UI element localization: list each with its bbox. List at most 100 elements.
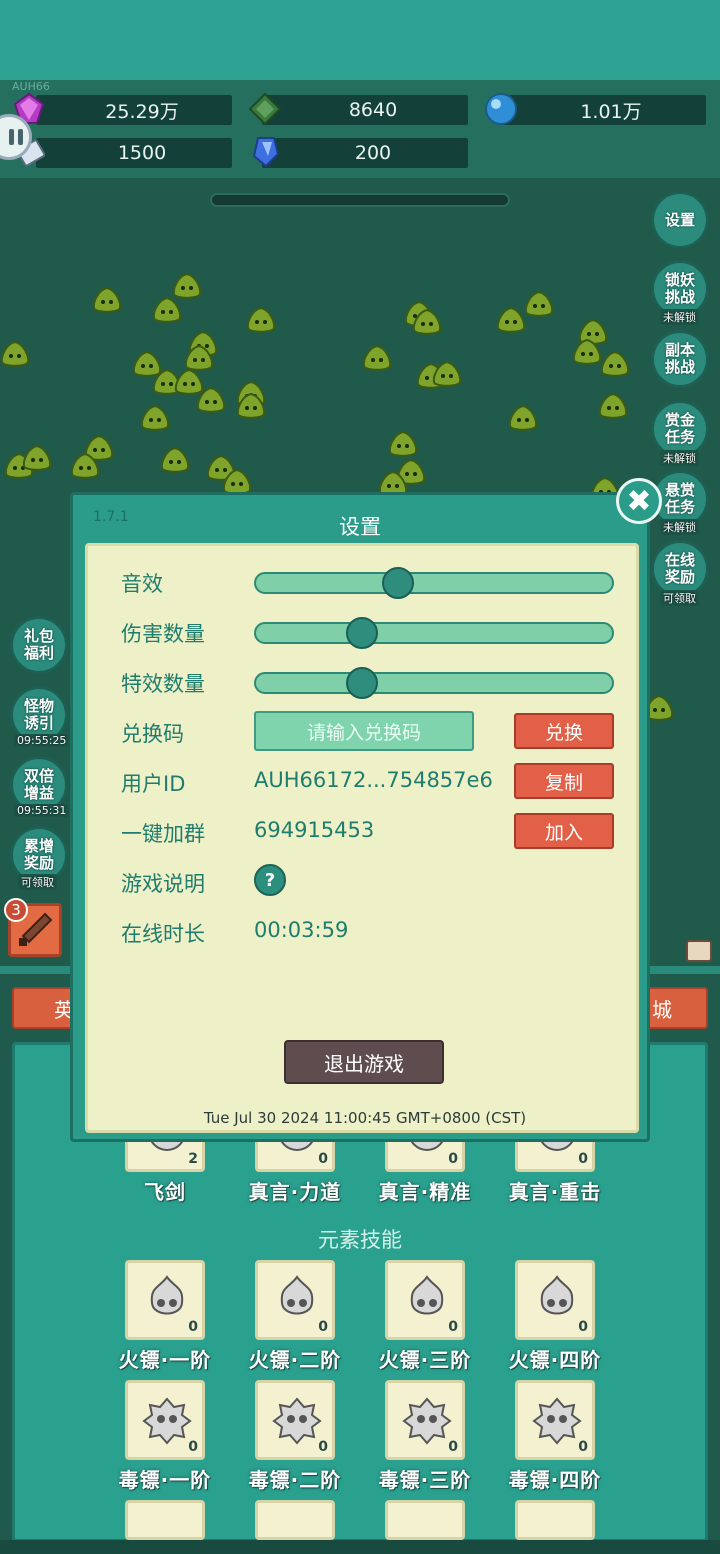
slime-monster (152, 296, 182, 323)
slime-monster (140, 404, 170, 431)
skill-card[interactable]: 0 (255, 1380, 335, 1460)
help-icon[interactable]: ? (254, 864, 286, 896)
effect-slider[interactable] (254, 672, 614, 694)
skill-count: 0 (448, 1319, 458, 1335)
settings-label: 设置 (664, 210, 695, 229)
skill-card[interactable]: 0 (385, 1260, 465, 1340)
resource-value: 1500 (117, 142, 167, 164)
skill-count: 0 (188, 1319, 198, 1335)
skill-count: 0 (318, 1151, 328, 1167)
slime-monster (70, 452, 100, 479)
monster-lure-label: 怪物诱引 (23, 697, 54, 732)
join-button[interactable]: 加入 (514, 813, 614, 849)
poison-skull-icon (532, 1397, 582, 1445)
sound-label: 音效 (121, 572, 163, 596)
slime-monster (246, 306, 276, 333)
uid-value: AUH66172...754857e6 (254, 768, 493, 792)
skill-count: 2 (188, 1151, 198, 1167)
slime-monster (572, 338, 602, 365)
skill-label: 火镖·二阶 (248, 1348, 342, 1372)
reward-task-status: 未解锁 (660, 519, 699, 535)
copy-button[interactable]: 复制 (514, 763, 614, 799)
chest-icon[interactable] (686, 940, 712, 962)
gift-button[interactable]: 礼包福利 (10, 616, 68, 674)
fire-skull-icon (410, 1275, 444, 1315)
skill-card[interactable]: 0 (255, 1260, 335, 1340)
skill-label: 真言·力道 (248, 1180, 342, 1204)
slime-monster (236, 392, 266, 419)
damage-slider[interactable] (254, 622, 614, 644)
settings-dialog: 1.7.1 设置 音效 伤害数量 特效数量 兑换码 请输入兑换码 兑换 用户ID… (70, 492, 650, 1142)
slime-monster (496, 306, 526, 333)
close-button[interactable]: ✖ (616, 478, 662, 524)
dungeon-label: 副本挑战 (664, 341, 695, 376)
damage-slider-handle[interactable] (346, 617, 378, 649)
resource-value: 200 (354, 142, 392, 164)
blue-orb-icon (485, 93, 517, 125)
settings-button[interactable]: 设置 (651, 191, 709, 249)
skill-count: 0 (448, 1151, 458, 1167)
skill-label: 毒镖·四阶 (508, 1468, 602, 1492)
lock-demon-label: 锁妖挑战 (664, 271, 695, 306)
skill-label: 火镖·一阶 (118, 1348, 212, 1372)
effect-label: 特效数量 (121, 672, 205, 696)
skill-count: 0 (578, 1151, 588, 1167)
skill-label: 火镖·三阶 (378, 1348, 472, 1372)
element-skills-title: 元素技能 (318, 1228, 402, 1252)
tab-city-label: 城 (652, 997, 672, 1022)
fire-skull-icon (280, 1275, 314, 1315)
skill-card[interactable] (255, 1500, 335, 1540)
tab-city[interactable]: 城 (640, 987, 708, 1029)
online-label: 在线时长 (121, 922, 205, 946)
monster-lure-timer: 09:55:25 (14, 734, 70, 747)
status-bar-area (0, 0, 720, 80)
online-reward-label: 在线奖励 (664, 551, 695, 586)
quit-game-button[interactable]: 退出游戏 (284, 1040, 444, 1084)
sound-slider[interactable] (254, 572, 614, 594)
skill-card[interactable] (515, 1500, 595, 1540)
bounty-label: 赏金任务 (664, 411, 695, 446)
slime-monster (160, 446, 190, 473)
skill-card[interactable]: 0 (515, 1260, 595, 1340)
damage-label: 伤害数量 (121, 622, 205, 646)
resource-value: 1.01万 (580, 100, 642, 123)
skill-card[interactable] (125, 1500, 205, 1540)
skill-card[interactable]: 0 (125, 1260, 205, 1340)
skill-count: 0 (578, 1319, 588, 1335)
dungeon-button[interactable]: 副本挑战 (651, 330, 709, 388)
wave-progress-bar (210, 193, 510, 207)
skill-card[interactable]: 0 (515, 1380, 595, 1460)
poison-skull-icon (402, 1397, 452, 1445)
accumulate-label: 累增奖励 (23, 837, 54, 872)
sound-slider-handle[interactable] (382, 567, 414, 599)
redeem-button[interactable]: 兑换 (514, 713, 614, 749)
resource-scroll: 1500 (36, 138, 232, 168)
redeem-code-input[interactable]: 请输入兑换码 (254, 711, 474, 751)
slime-monster (92, 286, 122, 313)
resource-blue-orb: 1.01万 (500, 95, 706, 125)
accumulate-status: 可领取 (18, 874, 57, 890)
resource-value: 8640 (348, 99, 398, 121)
skill-count: 0 (318, 1439, 328, 1455)
slime-monster (362, 344, 392, 371)
double-gain-timer: 09:55:31 (14, 804, 70, 817)
uid-label: 用户ID (121, 772, 186, 796)
reward-task-label: 悬赏任务 (664, 481, 695, 516)
resource-value: 25.29万 (105, 100, 179, 123)
effect-slider-handle[interactable] (346, 667, 378, 699)
skill-label: 真言·重击 (508, 1180, 602, 1204)
slime-monster (196, 386, 226, 413)
slime-monster (432, 360, 462, 387)
skill-card[interactable]: 0 (385, 1380, 465, 1460)
slime-monster (600, 350, 630, 377)
skill-card[interactable]: 0 (125, 1380, 205, 1460)
slime-monster (412, 308, 442, 335)
dialog-title: 设置 (339, 515, 381, 539)
double-gain-label: 双倍增益 (23, 767, 54, 802)
skill-card[interactable] (385, 1500, 465, 1540)
slime-monster (388, 430, 418, 457)
resource-purple-gem: 25.29万 (36, 95, 232, 125)
green-gem-icon (248, 92, 282, 126)
resource-green-gem: 8640 (262, 95, 468, 125)
skill-label: 飞剑 (144, 1180, 186, 1204)
